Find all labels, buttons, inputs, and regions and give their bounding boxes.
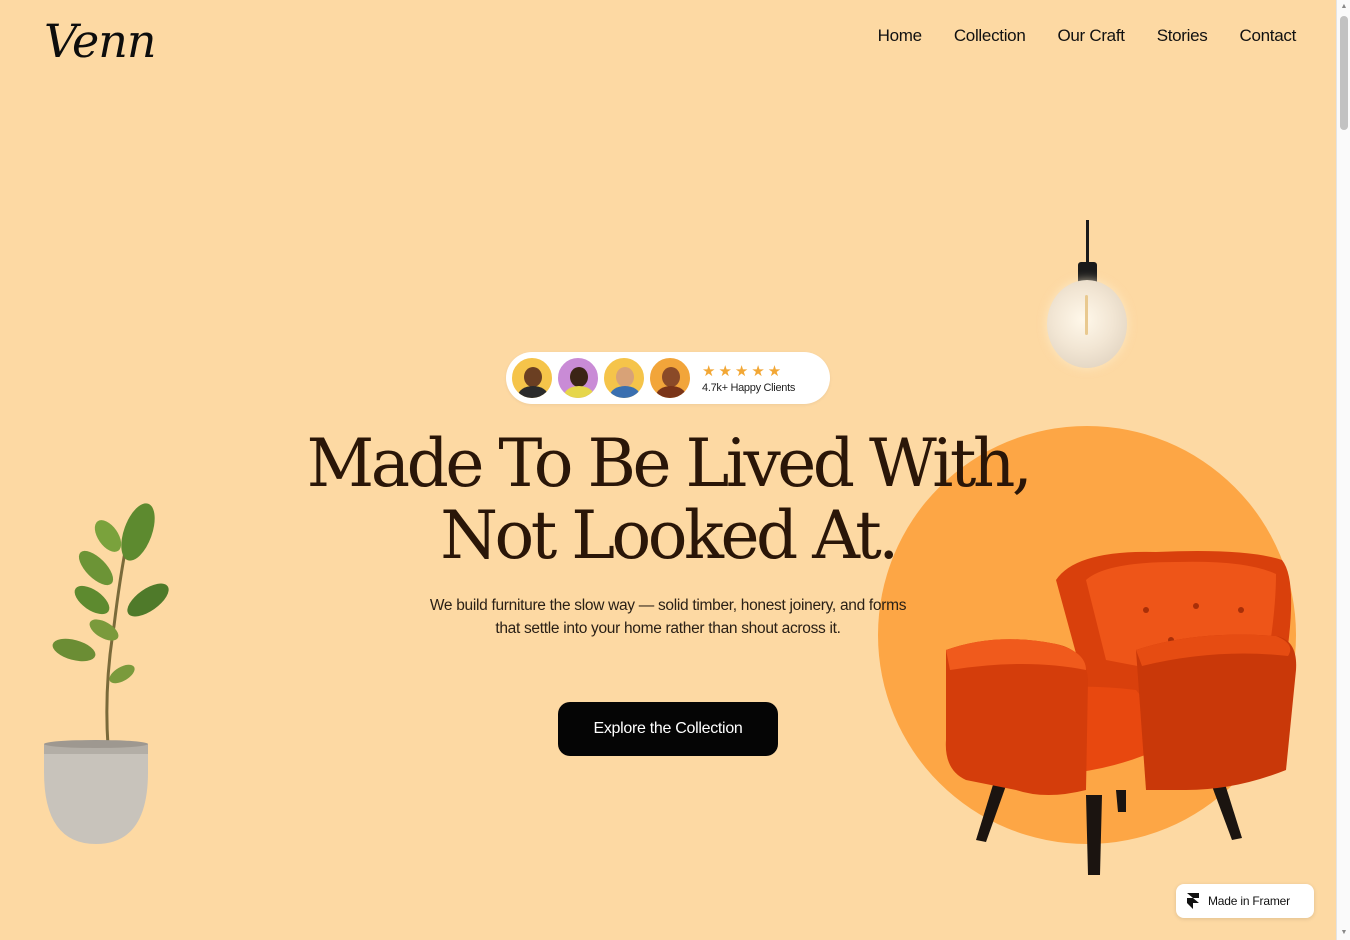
lamp-filament xyxy=(1085,295,1088,335)
nav-our-craft[interactable]: Our Craft xyxy=(1057,26,1125,46)
star-icon: ★★★★★ xyxy=(702,362,785,380)
main-nav: Home Collection Our Craft Stories Contac… xyxy=(878,26,1297,46)
avatar-group xyxy=(510,356,694,400)
potted-plant-image xyxy=(44,503,169,844)
rating-text: 4.7k+ Happy Clients xyxy=(702,381,796,394)
nav-home[interactable]: Home xyxy=(878,26,922,46)
nav-contact[interactable]: Contact xyxy=(1240,26,1297,46)
scrollbar[interactable]: ▲ ▼ xyxy=(1336,0,1350,940)
page: Venn Home Collection Our Craft Stories C… xyxy=(0,0,1336,940)
avatar xyxy=(556,356,600,400)
scroll-up-arrow-icon[interactable]: ▲ xyxy=(1340,3,1348,11)
avatar xyxy=(510,356,554,400)
avatar xyxy=(602,356,646,400)
scroll-down-arrow-icon[interactable]: ▼ xyxy=(1340,929,1348,937)
rating: ★★★★★ 4.7k+ Happy Clients xyxy=(702,363,795,394)
nav-collection[interactable]: Collection xyxy=(954,26,1026,46)
badge-label: Made in Framer xyxy=(1208,894,1290,908)
framer-logo-icon xyxy=(1187,893,1199,909)
social-proof-pill: ★★★★★ 4.7k+ Happy Clients xyxy=(506,352,830,404)
nav-stories[interactable]: Stories xyxy=(1157,26,1208,46)
headline-line-1: Made To Be Lived With, xyxy=(306,425,1033,502)
explore-collection-button[interactable]: Explore the Collection xyxy=(558,702,778,756)
scroll-thumb[interactable] xyxy=(1340,16,1348,130)
made-in-framer-badge[interactable]: Made in Framer xyxy=(1176,884,1314,918)
lamp-cord xyxy=(1086,220,1089,264)
logo[interactable]: Venn xyxy=(44,14,156,68)
avatar xyxy=(648,356,692,400)
armchair-image xyxy=(945,551,1297,875)
